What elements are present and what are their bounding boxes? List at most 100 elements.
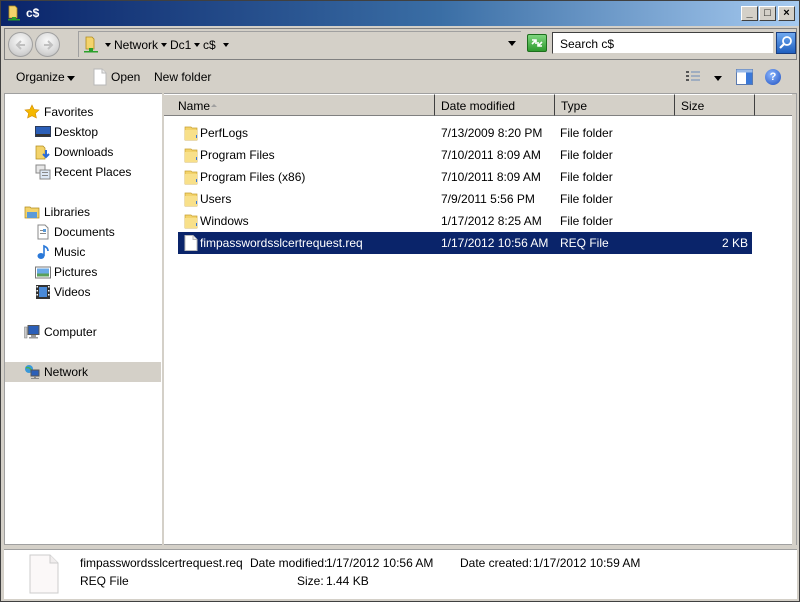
- open-button[interactable]: Open: [111, 70, 140, 84]
- breadcrumb-chevron-icon[interactable]: [105, 43, 111, 47]
- details-date-created-value: 1/17/2012 10:59 AM: [533, 556, 641, 570]
- recent-places-icon: [35, 164, 51, 180]
- sidebar-item-recent-places[interactable]: Recent Places: [5, 162, 161, 182]
- maximize-button[interactable]: □: [759, 6, 776, 21]
- file-name: Users: [200, 192, 232, 206]
- libraries-icon: [24, 206, 40, 219]
- file-row[interactable]: Users 7/9/2011 5:56 PM File folder: [178, 188, 752, 210]
- column-header-name[interactable]: Name: [164, 94, 435, 116]
- title-bar[interactable]: c$ _ □ ×: [1, 1, 799, 26]
- back-button[interactable]: [8, 32, 33, 57]
- breadcrumb-dc1[interactable]: Dc1: [170, 38, 191, 52]
- sidebar-group-favorites[interactable]: Favorites: [5, 102, 161, 122]
- preview-pane-icon[interactable]: [736, 69, 753, 85]
- network-drive-icon: [84, 36, 98, 53]
- open-file-icon: [93, 68, 107, 86]
- close-button[interactable]: ×: [778, 6, 795, 21]
- help-icon[interactable]: ?: [765, 69, 781, 85]
- computer-icon: [24, 325, 40, 339]
- sidebar-group-libraries[interactable]: Libraries: [5, 202, 161, 222]
- organize-dropdown-icon[interactable]: [67, 76, 75, 81]
- sidebar-item-videos[interactable]: Videos: [5, 282, 161, 302]
- details-date-modified-value: 1/17/2012 10:56 AM: [326, 556, 434, 570]
- file-type: File folder: [560, 148, 613, 162]
- change-view-icon[interactable]: [685, 70, 701, 84]
- search-icon: [779, 36, 792, 49]
- breadcrumb-c-share[interactable]: c$: [203, 38, 216, 52]
- close-icon: ×: [783, 7, 790, 19]
- sidebar-item-downloads[interactable]: Downloads: [5, 142, 161, 162]
- view-options-dropdown-icon[interactable]: [714, 76, 722, 81]
- arrow-right-icon: [44, 40, 54, 50]
- downloads-icon: [35, 145, 50, 160]
- folder-icon: [184, 214, 198, 229]
- details-pane: fimpasswordsslcertrequest.req REQ File D…: [4, 549, 797, 599]
- network-drive-icon: [8, 5, 20, 21]
- file-date-modified: 1/17/2012 10:56 AM: [441, 236, 549, 250]
- file-list: Name Date modified Type Size PerfLogs 7/1…: [164, 93, 797, 546]
- details-size-label: Size:: [297, 574, 324, 588]
- sidebar-item-documents[interactable]: Documents: [5, 222, 161, 242]
- file-row[interactable]: PerfLogs 7/13/2009 8:20 PM File folder: [178, 122, 752, 144]
- sort-ascending-icon: [211, 104, 217, 107]
- videos-icon: [36, 285, 50, 299]
- file-type: File folder: [560, 192, 613, 206]
- file-date-modified: 7/10/2011 8:09 AM: [441, 170, 541, 184]
- refresh-icon: [531, 39, 543, 47]
- folder-icon: [184, 148, 198, 163]
- file-type: REQ File: [560, 236, 609, 250]
- new-folder-button[interactable]: New folder: [154, 70, 211, 84]
- sidebar-item-desktop[interactable]: Desktop: [5, 122, 161, 142]
- search-button[interactable]: [776, 32, 796, 54]
- minimize-icon: _: [746, 7, 753, 19]
- sidebar-item-computer[interactable]: Computer: [5, 322, 161, 342]
- file-name: fimpasswordsslcertrequest.req: [200, 236, 363, 250]
- address-bar[interactable]: Network Dc1 c$: [78, 31, 521, 57]
- file-size: 2 KB: [721, 236, 748, 250]
- organize-button[interactable]: Organize: [16, 70, 65, 84]
- details-file-type: REQ File: [80, 574, 129, 588]
- file-date-modified: 7/10/2011 8:09 AM: [441, 148, 541, 162]
- file-row[interactable]: Program Files 7/10/2011 8:09 AM File folde…: [178, 144, 752, 166]
- column-header-type[interactable]: Type: [555, 94, 675, 116]
- music-icon: [37, 244, 49, 259]
- navigation-pane: Favorites Desktop Downloads Recent Place…: [4, 93, 162, 545]
- file-date-modified: 7/13/2009 8:20 PM: [441, 126, 543, 140]
- refresh-button[interactable]: [527, 34, 547, 52]
- sidebar-item-network[interactable]: Network: [5, 362, 161, 382]
- file-name: Windows: [200, 214, 249, 228]
- sidebar-item-music[interactable]: Music: [5, 242, 161, 262]
- forward-button[interactable]: [35, 32, 60, 57]
- column-header-size[interactable]: Size: [675, 94, 755, 116]
- details-filename: fimpasswordsslcertrequest.req: [80, 556, 243, 570]
- file-date-modified: 7/9/2011 5:56 PM: [441, 192, 535, 206]
- maximize-icon: □: [764, 7, 771, 19]
- file-row[interactable]: Windows 1/17/2012 8:25 AM File folder: [178, 210, 752, 232]
- navigation-bar: Network Dc1 c$ Search c$: [4, 28, 797, 60]
- file-type: File folder: [560, 214, 613, 228]
- folder-icon: [184, 126, 198, 141]
- breadcrumb-chevron-icon[interactable]: [194, 43, 200, 47]
- details-size-value: 1.44 KB: [326, 574, 369, 588]
- file-name: Program Files (x86): [200, 170, 306, 184]
- explorer-window: c$ _ □ × Network Dc1 c$ Search c$ Organi…: [0, 0, 800, 602]
- desktop-icon: [35, 126, 51, 137]
- arrow-left-icon: [15, 40, 25, 50]
- sidebar-item-pictures[interactable]: Pictures: [5, 262, 161, 282]
- file-type: File folder: [560, 170, 613, 184]
- breadcrumb-network[interactable]: Network: [114, 38, 158, 52]
- search-placeholder: Search c$: [560, 37, 615, 51]
- star-icon: [24, 104, 40, 119]
- pictures-icon: [35, 266, 51, 279]
- file-type: File folder: [560, 126, 613, 140]
- breadcrumb-chevron-icon[interactable]: [161, 43, 167, 47]
- address-history-dropdown-icon[interactable]: [508, 41, 516, 46]
- documents-icon: [37, 224, 49, 240]
- search-input[interactable]: Search c$: [552, 32, 774, 54]
- details-date-created-label: Date created:: [460, 556, 533, 570]
- breadcrumb-chevron-icon[interactable]: [223, 43, 229, 47]
- column-header-date-modified[interactable]: Date modified: [435, 94, 555, 116]
- file-row[interactable]: fimpasswordsslcertrequest.req 1/17/2012 1…: [178, 232, 752, 254]
- file-row[interactable]: Program Files (x86) 7/10/2011 8:09 AM File…: [178, 166, 752, 188]
- minimize-button[interactable]: _: [741, 6, 758, 21]
